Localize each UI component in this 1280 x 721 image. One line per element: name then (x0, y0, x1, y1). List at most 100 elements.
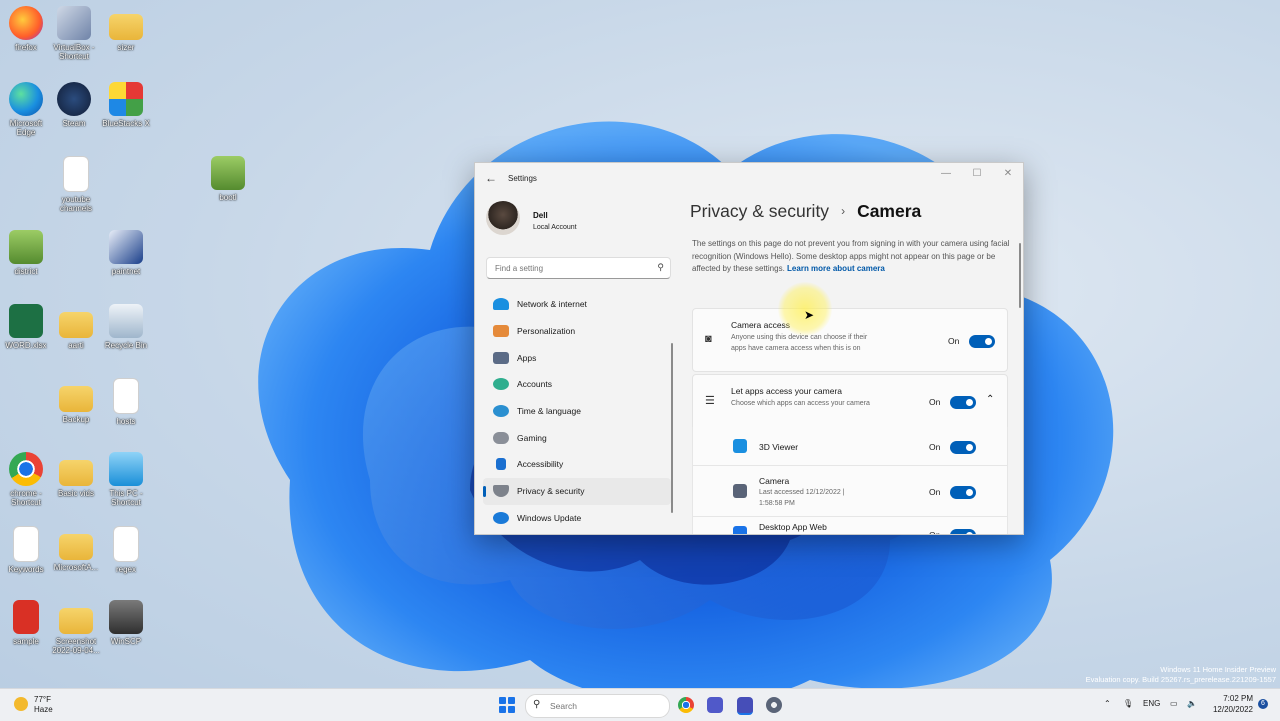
desktop-icon-backup[interactable]: Backup (50, 378, 102, 424)
start-button[interactable] (499, 697, 515, 713)
breadcrumb-parent[interactable]: Privacy & security (690, 201, 829, 221)
folder-icon (59, 312, 93, 338)
folder-icon (59, 386, 93, 412)
language-indicator[interactable]: ENG (1143, 699, 1160, 708)
camera-access-toggle[interactable] (969, 335, 995, 348)
avatar[interactable] (486, 201, 520, 235)
brush-icon (493, 325, 509, 338)
taskbar-search-input[interactable] (548, 700, 662, 712)
desktop-icon-basic-vids[interactable]: Basic vids (50, 452, 102, 498)
weather-widget[interactable]: 77°F Haze (14, 695, 53, 715)
chevron-up-icon[interactable]: ⌃ (986, 394, 994, 405)
desktop-icon-steam[interactable]: Steam (48, 82, 100, 128)
bluestacks-icon (109, 82, 143, 116)
windows-logo-tile (499, 706, 506, 713)
desktop-icon-hosts[interactable]: hosts (100, 378, 152, 426)
desktop-icon-sizer[interactable]: sizer (100, 6, 152, 52)
teams-work-icon[interactable] (737, 697, 753, 715)
weather-temp: 77°F (34, 695, 51, 704)
nav-item-label: Network & internet (517, 299, 587, 310)
desktop-icon-bootl[interactable]: bootl (202, 156, 254, 202)
file-icon (113, 526, 139, 562)
app-last-accessed: Last accessed 12/12/2022 | 1:58:58 PM (759, 489, 845, 507)
breadcrumb: Privacy & security › Camera (690, 201, 921, 222)
nav-item-label: Privacy & security (517, 486, 585, 497)
camera-icon: ◙ (705, 333, 712, 345)
app-state: On (929, 530, 941, 535)
nav-item-network[interactable]: Network & internet (483, 291, 671, 318)
settings-gear-icon[interactable] (766, 697, 782, 713)
desktop-icon-recycle-bin[interactable]: Recycle Bin (100, 304, 152, 350)
desktop-icon-word-xlsx[interactable]: WORD.xlsx (0, 304, 52, 350)
nav-item-personalization[interactable]: Personalization (483, 318, 671, 345)
camera-access-state: On (948, 336, 960, 346)
taskbar-clock[interactable]: 7:02 PM 12/20/2022 (1203, 693, 1253, 715)
desktop-app-icon (733, 526, 747, 534)
user-name: Dell (533, 211, 548, 220)
mouse-pointer-icon: ➤ (804, 308, 815, 322)
clock-time: 7:02 PM (1223, 694, 1253, 703)
nav-item-windows-update[interactable]: Windows Update (483, 505, 671, 532)
app-toggle-3d-viewer[interactable] (950, 441, 976, 454)
weather-desc: Haze (34, 705, 53, 714)
let-apps-access-card[interactable]: ☰ Let apps access your camera Choose whi… (692, 374, 1008, 428)
close-icon[interactable]: ✕ (995, 168, 1021, 179)
nav-item-gaming[interactable]: Gaming (483, 424, 671, 451)
desktop-icon-regex[interactable]: regex (100, 526, 152, 574)
monitor-icon (109, 452, 143, 486)
nav-item-accounts[interactable]: Accounts (483, 371, 671, 398)
desktop-icon-youtube-channels[interactable]: youtube channels (50, 156, 102, 213)
desktop-icon-virtualbox[interactable]: VirtualBox - Shortcut (48, 6, 100, 61)
nav-item-accessibility[interactable]: Accessibility (483, 451, 671, 478)
camera-app-icon (733, 484, 747, 498)
taskbar-search[interactable]: ⚲ (525, 694, 670, 718)
desktop-icon-screenshot[interactable]: Screenshot 2022-09-04... (50, 600, 102, 655)
nav-item-time-language[interactable]: Time & language (483, 398, 671, 425)
file-icon (13, 526, 39, 562)
folder-icon (109, 14, 143, 40)
cube-icon (733, 439, 747, 453)
desktop-icon-aarti[interactable]: aarti (50, 304, 102, 350)
desktop-icon-district[interactable]: district (0, 230, 52, 276)
teams-icon[interactable] (707, 697, 723, 713)
chevron-up-icon[interactable]: ⌃ (1104, 699, 1111, 708)
app-toggle-desktop-app-web[interactable] (950, 529, 976, 534)
nav-item-label: Personalization (517, 326, 576, 337)
find-setting-input[interactable] (493, 263, 647, 274)
desktop-icon-keywords[interactable]: Keywords (0, 526, 52, 574)
desktop-icon-bluestacks[interactable]: BlueStacks X (100, 82, 152, 128)
learn-more-link[interactable]: Learn more about camera (787, 264, 885, 273)
chrome-icon[interactable] (678, 697, 694, 713)
search-icon[interactable]: ⚲ (657, 262, 664, 273)
desktop-icon-sample[interactable]: sample (0, 600, 52, 646)
recycle-bin-icon (109, 304, 143, 338)
desktop-icon-firefox[interactable]: firefox (0, 6, 52, 52)
volume-icon[interactable]: 🔈 (1187, 699, 1197, 708)
let-apps-toggle[interactable] (950, 396, 976, 409)
app-name: Desktop App Web (759, 522, 827, 532)
find-setting-box[interactable]: ⚲ (486, 257, 671, 279)
title-bar[interactable]: ← Settings — ☐ ✕ (475, 163, 1023, 193)
desktop-icon-paintnet[interactable]: paintnet (100, 230, 152, 276)
nav-item-apps[interactable]: Apps (483, 344, 671, 371)
maximize-icon[interactable]: ☐ (964, 168, 990, 179)
app-toggle-camera[interactable] (950, 486, 976, 499)
main-scrollbar[interactable] (1019, 243, 1021, 308)
desktop-icon-edge[interactable]: Microsoft Edge (0, 82, 52, 137)
network-icon[interactable]: ▭ (1170, 699, 1178, 708)
nav-item-privacy-security[interactable]: Privacy & security (483, 477, 671, 505)
microphone-icon[interactable]: 🎙 (1123, 699, 1133, 708)
desktop-icon-chrome[interactable]: chrome - Shortcut (0, 452, 52, 507)
back-arrow-icon[interactable]: ← (485, 171, 497, 185)
nav-scrollbar[interactable] (671, 343, 673, 513)
winscp-icon (109, 600, 143, 634)
desktop-icon-microsofta[interactable]: MicrosoftA... (50, 526, 102, 572)
file-icon (63, 156, 89, 192)
evaluation-watermark: Windows 11 Home Insider Preview Evaluati… (1086, 665, 1276, 684)
desktop-icon-winscp[interactable]: WinSCP (100, 600, 152, 646)
steam-icon (57, 82, 91, 116)
windows-logo-tile (508, 706, 515, 713)
minimize-icon[interactable]: — (933, 168, 959, 179)
notification-badge[interactable]: 6 (1258, 699, 1268, 709)
desktop-icon-this-pc[interactable]: This PC - Shortcut (100, 452, 152, 507)
